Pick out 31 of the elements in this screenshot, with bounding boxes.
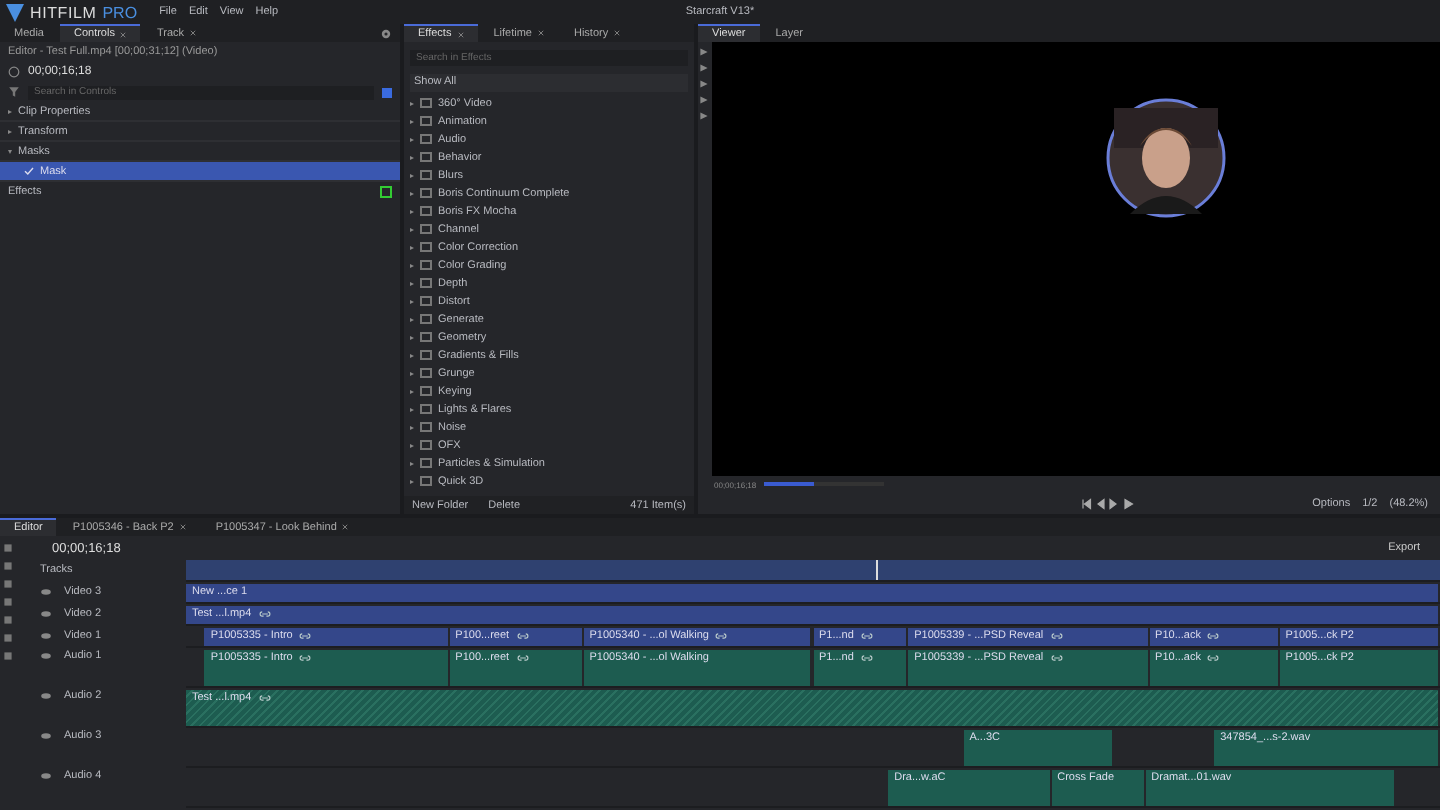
link-icon (298, 653, 313, 661)
filter-icon (8, 86, 20, 98)
link-icon (1206, 653, 1221, 661)
link-icon (859, 653, 874, 661)
checkbox[interactable] (24, 166, 34, 176)
close-icon[interactable] (179, 524, 186, 530)
eye-icon[interactable] (40, 730, 52, 742)
settings-icon[interactable] (380, 27, 392, 39)
close-icon[interactable] (537, 30, 544, 36)
clock-icon (8, 66, 20, 78)
close-icon[interactable] (120, 31, 127, 37)
link-icon (257, 693, 272, 701)
link-icon (1206, 631, 1221, 639)
status-icon (380, 186, 392, 198)
app-edition: PRO (102, 3, 138, 21)
eye-icon[interactable] (40, 770, 52, 782)
link-icon (859, 631, 874, 639)
close-icon[interactable] (614, 30, 621, 36)
close-icon[interactable] (342, 524, 349, 530)
link-icon (714, 631, 729, 639)
app-logo: HITFILM (30, 3, 97, 21)
close-icon[interactable] (190, 30, 197, 36)
link-icon (515, 631, 530, 639)
link-icon (1049, 631, 1064, 639)
link-icon (1049, 653, 1064, 661)
link-icon (515, 653, 530, 661)
link-icon (298, 631, 313, 639)
color-swatch-icon[interactable] (382, 87, 392, 97)
eye-icon[interactable] (40, 690, 52, 702)
link-icon (257, 609, 272, 617)
close-icon[interactable] (457, 31, 464, 37)
